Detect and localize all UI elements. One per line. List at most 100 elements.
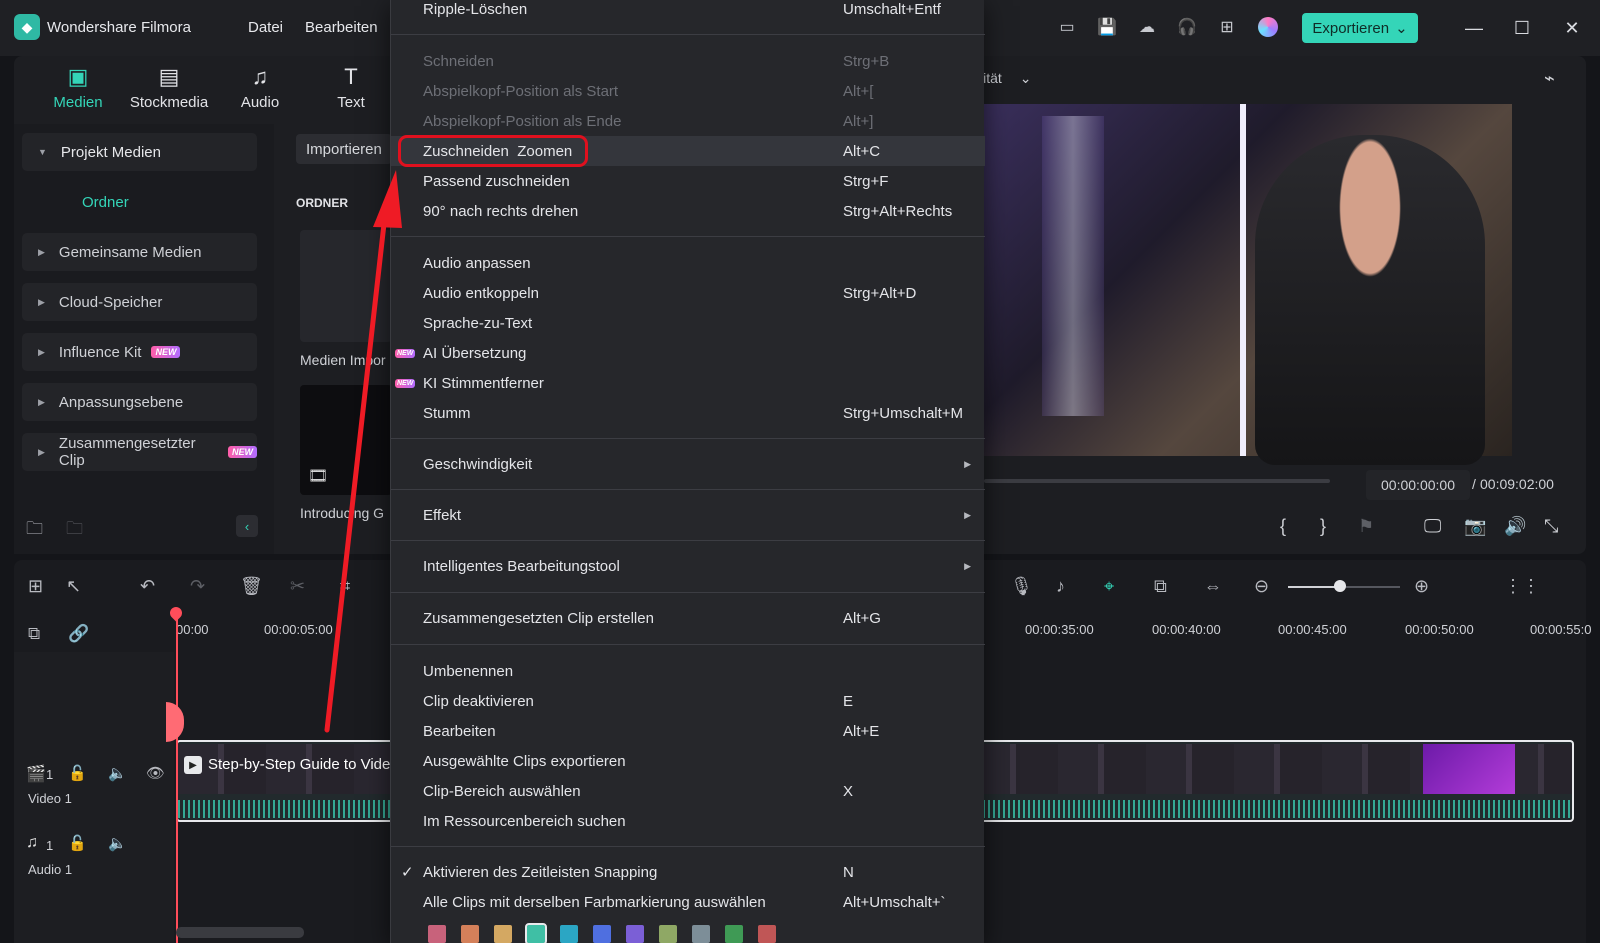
menu-item-audio-anpassen[interactable]: Audio anpassen: [391, 248, 985, 278]
color-swatch[interactable]: [428, 925, 446, 943]
headset-icon[interactable]: 🎧: [1176, 16, 1198, 38]
menu-item-snapping[interactable]: ✓ Aktivieren des Zeitleisten Snapping N: [391, 857, 985, 887]
menu-item-rotate-right[interactable]: 90° nach rechts drehen Strg+Alt+Rechts: [391, 196, 985, 226]
microphone-icon[interactable]: 🎙: [1010, 576, 1033, 597]
menu-item-ressourcenbereich[interactable]: Im Ressourcenbereich suchen: [391, 806, 985, 836]
menu-item-umbenennen[interactable]: Umbenennen: [391, 656, 985, 686]
menu-datei[interactable]: Datei: [248, 19, 283, 36]
apps-grid-icon[interactable]: ⊞: [1216, 16, 1238, 38]
zoom-out-icon[interactable]: ⊖: [1254, 576, 1269, 597]
maximize-icon[interactable]: ☐: [1508, 14, 1536, 42]
crop-icon[interactable]: ⌗: [340, 576, 350, 597]
undo-icon[interactable]: ↶: [140, 576, 155, 597]
mute-icon[interactable]: 🔈: [108, 834, 127, 852]
menu-item-sprache-zu-text[interactable]: Sprache-zu-Text: [391, 308, 985, 338]
sidebar-item-projekt-medien[interactable]: ▼ Projekt Medien: [22, 133, 257, 171]
color-swatch[interactable]: [758, 925, 776, 943]
export-button[interactable]: Exportieren ⌄: [1302, 13, 1418, 43]
menu-item-ai-uebersetzung[interactable]: NEW AI Übersetzung: [391, 338, 985, 368]
color-swatch[interactable]: [725, 925, 743, 943]
menu-item-ripple-loeschen[interactable]: Ripple-Löschen Umschalt+Entf: [391, 0, 985, 24]
zoom-slider-thumb[interactable]: [1334, 580, 1346, 592]
category-stockmedia[interactable]: ▤ Stockmedia: [129, 64, 209, 111]
preview-progress-bar[interactable]: [984, 479, 1330, 483]
mute-icon[interactable]: 🔈: [108, 764, 127, 782]
link-icon[interactable]: 🔗: [68, 624, 89, 644]
color-swatch[interactable]: [560, 925, 578, 943]
color-swatch[interactable]: [692, 925, 710, 943]
color-swatch[interactable]: [461, 925, 479, 943]
lock-icon[interactable]: 🔓: [68, 764, 87, 782]
timeline-scrollbar[interactable]: [176, 927, 304, 938]
menu-item-clip-deaktivieren[interactable]: Clip deaktivieren E: [391, 686, 985, 716]
add-track-icon[interactable]: ⧉: [28, 624, 40, 644]
color-swatch[interactable]: [525, 923, 547, 943]
snapshot-icon[interactable]: 📷: [1464, 516, 1486, 537]
close-icon[interactable]: ✕: [1558, 14, 1586, 42]
menu-bearbeiten[interactable]: Bearbeiten: [305, 19, 378, 36]
color-swatch[interactable]: [494, 925, 512, 943]
menu-item-farbmarkierung[interactable]: Alle Clips mit derselben Farbmarkierung …: [391, 887, 985, 917]
menu-item-clip-erstellen[interactable]: Zusammengesetzten Clip erstellen Alt+G: [391, 603, 985, 633]
playhead[interactable]: [176, 612, 178, 943]
zoom-in-icon[interactable]: ⊕: [1414, 576, 1429, 597]
menu-item-audio-entkoppeln[interactable]: Audio entkoppeln Strg+Alt+D: [391, 278, 985, 308]
minimize-icon[interactable]: —: [1460, 14, 1488, 42]
menu-item-geschwindigkeit[interactable]: Geschwindigkeit ▶: [391, 449, 985, 479]
menu-label: Stumm: [423, 404, 471, 422]
category-medien[interactable]: ▣ Medien: [38, 64, 118, 111]
snapping-icon[interactable]: ⌖: [1104, 576, 1114, 597]
menu-item-clip-bereich[interactable]: Clip-Bereich auswählen X: [391, 776, 985, 806]
new-folder-icon[interactable]: 🗀: [26, 516, 43, 545]
fullscreen-icon[interactable]: ⤡: [1544, 516, 1558, 537]
avatar[interactable]: [1258, 17, 1278, 37]
cloud-upload-icon[interactable]: ☁: [1136, 16, 1158, 38]
select-tool-icon[interactable]: ↖: [66, 576, 81, 597]
color-swatch[interactable]: [626, 925, 644, 943]
menu-item-stumm[interactable]: Stumm Strg+Umschalt+M: [391, 398, 985, 428]
menu-item-bearbeiten[interactable]: Bearbeiten Alt+E: [391, 716, 985, 746]
menu-item-intelligentes-bearbeitungstool[interactable]: Intelligentes Bearbeitungstool ▶: [391, 551, 985, 581]
category-audio[interactable]: ♫ Audio: [220, 64, 300, 111]
fit-timeline-icon[interactable]: ⇔: [1204, 576, 1222, 597]
display-icon[interactable]: 🖵: [1424, 516, 1441, 537]
sidebar-item-gemeinsame-medien[interactable]: ▶ Gemeinsame Medien: [22, 233, 257, 271]
menu-item-ki-stimmentferner[interactable]: NEW KI Stimmentferner: [391, 368, 985, 398]
grid-options-icon[interactable]: ⋮⋮: [1504, 576, 1540, 597]
chevron-right-icon: ▶: [38, 346, 45, 357]
eye-icon[interactable]: 👁: [146, 764, 165, 782]
mark-out-icon[interactable]: }: [1320, 516, 1326, 537]
ruler-label: 00:00:55:0: [1530, 622, 1592, 637]
music-list-icon[interactable]: ♪: [1056, 576, 1065, 597]
mark-in-icon[interactable]: {: [1280, 516, 1286, 537]
collapse-sidebar-icon[interactable]: ‹: [236, 515, 258, 537]
menu-item-passend-zuschneiden[interactable]: Passend zuschneiden Strg+F: [391, 166, 985, 196]
save-icon[interactable]: 💾: [1096, 16, 1118, 38]
delete-folder-icon: 🗀: [66, 519, 83, 538]
import-media-thumbnail[interactable]: [300, 230, 392, 342]
sidebar-item-anpassungsebene[interactable]: ▶ Anpassungsebene: [22, 383, 257, 421]
delete-icon[interactable]: 🗑: [240, 576, 263, 597]
category-text[interactable]: T Text: [311, 64, 391, 111]
submenu-arrow-icon: ▶: [964, 560, 971, 571]
menu-label: Clip-Bereich auswählen: [423, 782, 581, 800]
menu-item-clips-exportieren[interactable]: Ausgewählte Clips exportieren: [391, 746, 985, 776]
import-button[interactable]: Importieren: [296, 134, 392, 164]
sidebar-item-influence-kit[interactable]: ▶ Influence Kit NEW: [22, 333, 257, 371]
volume-icon[interactable]: 🔊: [1504, 516, 1526, 537]
menu-shortcut: Strg+B: [843, 52, 890, 70]
sidebar-folder[interactable]: Ordner: [82, 194, 129, 211]
color-swatch[interactable]: [659, 925, 677, 943]
layout-tracks-icon[interactable]: ⊞: [28, 576, 43, 597]
sidebar-item-zusammengesetzter-clip[interactable]: ▶ Zusammengesetzter Clip NEW: [22, 433, 257, 471]
quality-dropdown[interactable]: lität ⌄: [980, 70, 1032, 87]
menu-item-effekt[interactable]: Effekt ▶: [391, 500, 985, 530]
auto-reframe-icon[interactable]: ⧉: [1154, 576, 1167, 597]
sidebar-item-cloud-speicher[interactable]: ▶ Cloud-Speicher: [22, 283, 257, 321]
lock-icon[interactable]: 🔓: [68, 834, 87, 852]
layout-icon[interactable]: ▭: [1056, 16, 1078, 38]
sidebar-item-label: Anpassungsebene: [58, 393, 184, 411]
waveform-monitor-icon[interactable]: ⌁: [1544, 68, 1555, 89]
color-swatch[interactable]: [593, 925, 611, 943]
thumbnail-caption: Introducing G: [300, 505, 385, 521]
